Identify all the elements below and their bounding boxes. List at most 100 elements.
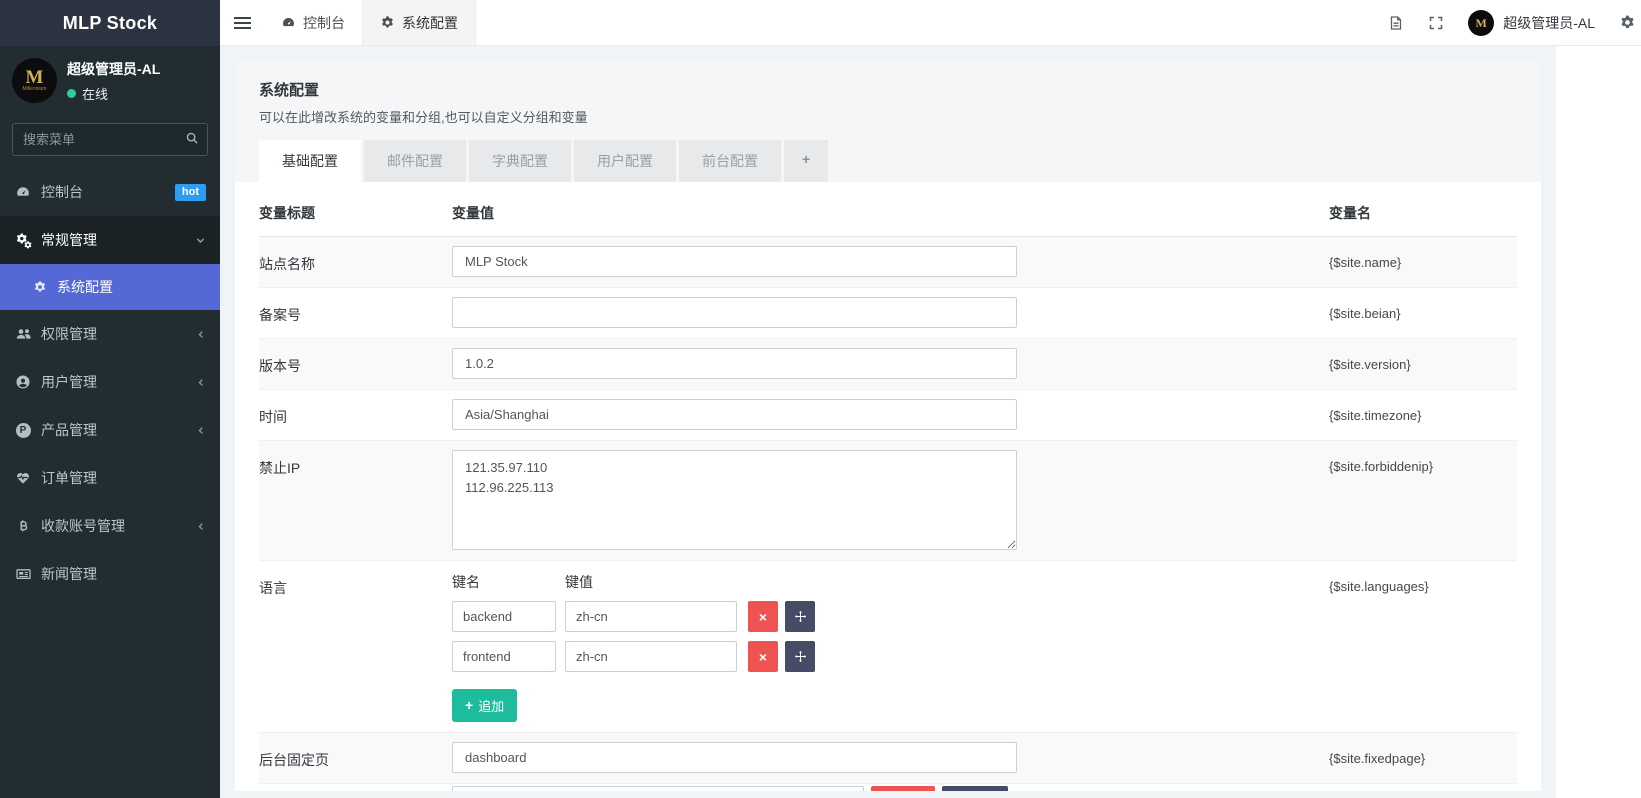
avatar-monogram: M (26, 69, 44, 86)
app-logo-title: MLP Stock (0, 0, 220, 46)
kv-key-input[interactable] (452, 601, 556, 632)
sidebar-item-general[interactable]: 常规管理 (0, 216, 220, 264)
tab-mail-config[interactable]: 邮件配置 (364, 140, 466, 182)
config-row: 时间{$site.timezone} (259, 390, 1517, 441)
sidebar-menu: 控制台 hot 常规管理 系统配置 (0, 168, 220, 598)
config-value-input[interactable] (452, 246, 1017, 277)
sidebar-item-news[interactable]: 新闻管理 (0, 550, 220, 598)
delete-button[interactable]: × (748, 601, 778, 632)
config-value-input[interactable] (452, 399, 1017, 430)
avatar-monogram: M (1476, 17, 1487, 29)
sidebar-user-status: 在线 (67, 84, 160, 103)
sidebar-user-panel: M Millennium 超级管理员-AL 在线 (0, 46, 220, 113)
content-area: 系统配置 可以在此增改系统的变量和分组,也可以自定义分组和变量 基础配置 邮件配… (220, 46, 1556, 798)
config-variable-name: {$site.fixedpage} (1329, 742, 1517, 766)
page-title: 系统配置 (259, 79, 1517, 100)
avatar-monogram-sub: Millennium (23, 86, 47, 92)
drag-handle-button[interactable] (942, 786, 1008, 791)
search-icon[interactable] (185, 131, 199, 145)
append-button[interactable]: +追加 (452, 689, 517, 722)
delete-button[interactable]: × (748, 641, 778, 672)
gear-icon (380, 15, 395, 30)
sidebar-item-label: 产品管理 (41, 420, 187, 440)
sidebar-item-orders[interactable]: 订单管理 (0, 454, 220, 502)
tab-frontend-config[interactable]: 前台配置 (679, 140, 781, 182)
sidebar-item-label: 权限管理 (41, 324, 187, 344)
status-label: 在线 (82, 84, 108, 103)
config-row-label: 语言 (259, 570, 452, 598)
tab-basic-config[interactable]: 基础配置 (259, 140, 361, 182)
move-handle-button[interactable] (785, 641, 815, 672)
topbar-tab-label: 系统配置 (402, 13, 458, 33)
kv-value-input[interactable] (565, 601, 737, 632)
kv-key-input[interactable] (452, 641, 556, 672)
config-variable-name: {$site.forbiddenip} (1329, 450, 1517, 474)
column-header: 变量标题 (259, 203, 452, 223)
topbar-user-menu[interactable]: M 超级管理员-AL (1468, 10, 1595, 36)
config-value-input[interactable] (452, 297, 1017, 328)
chevron-left-icon (196, 329, 206, 340)
config-value-input[interactable] (452, 742, 1017, 773)
kv-row: × (452, 641, 1329, 672)
topbar: 控制台 系统配置 M 超级管理员-AL (220, 0, 1641, 46)
avatar: M (1468, 10, 1494, 36)
config-row-label: 后台固定页 (259, 742, 452, 770)
config-row-label: 站点名称 (259, 246, 452, 274)
config-row-label: 版本号 (259, 348, 452, 376)
config-variable-name: {$site.beian} (1329, 297, 1517, 321)
sidebar-item-products[interactable]: P 产品管理 (0, 406, 220, 454)
config-variable-name: {$site.timezone} (1329, 399, 1517, 423)
add-tab-button[interactable]: + (784, 140, 828, 182)
tab-user-config[interactable]: 用户配置 (574, 140, 676, 182)
file-icon[interactable] (1388, 15, 1404, 31)
topbar-tab-system-config[interactable]: 系统配置 (362, 0, 476, 45)
menu-toggle-icon[interactable] (220, 0, 264, 45)
app-window: MLP Stock M Millennium 超级管理员-AL 在线 (0, 0, 1641, 798)
sidebar-search (12, 123, 208, 156)
sidebar-item-label: 常规管理 (41, 230, 186, 250)
panel-heading: 系统配置 可以在此增改系统的变量和分组,也可以自定义分组和变量 基础配置 邮件配… (235, 62, 1541, 182)
fullscreen-icon[interactable] (1428, 15, 1444, 31)
text-input[interactable] (452, 786, 864, 791)
hot-badge: hot (175, 184, 206, 201)
kv-value-header: 键值 (565, 572, 593, 592)
sidebar-item-label: 用户管理 (41, 372, 187, 392)
avatar: M Millennium (12, 58, 57, 103)
user-icon (14, 374, 32, 390)
kv-value-input[interactable] (565, 641, 737, 672)
search-input[interactable] (12, 123, 208, 156)
chevron-left-icon (196, 377, 206, 388)
product-icon: P (14, 423, 32, 438)
online-status-dot (67, 89, 76, 98)
table-header: 变量标题 变量值 变量名 (259, 182, 1517, 237)
config-row: 禁止IP{$site.forbiddenip} (259, 441, 1517, 561)
tab-dictionary-config[interactable]: 字典配置 (469, 140, 571, 182)
sidebar-item-permissions[interactable]: 权限管理 (0, 310, 220, 358)
plus-icon: + (465, 699, 473, 712)
sidebar-item-dashboard[interactable]: 控制台 hot (0, 168, 220, 216)
sidebar-item-label: 控制台 (41, 182, 166, 202)
gear-icon (32, 280, 48, 294)
sidebar-item-label: 系统配置 (57, 277, 113, 297)
config-variable-name: {$site.languages} (1329, 570, 1517, 594)
config-tabs: 基础配置 邮件配置 字典配置 用户配置 前台配置 + (259, 140, 1517, 182)
config-value-textarea[interactable] (452, 450, 1017, 550)
users-icon (14, 326, 32, 342)
config-panel: 系统配置 可以在此增改系统的变量和分组,也可以自定义分组和变量 基础配置 邮件配… (235, 62, 1541, 791)
sidebar-item-system-config[interactable]: 系统配置 (0, 264, 220, 310)
sidebar-item-payment-accounts[interactable]: 收款账号管理 (0, 502, 220, 550)
chevron-left-icon (196, 521, 206, 532)
cogs-icon (14, 232, 32, 249)
topbar-tab-dashboard[interactable]: 控制台 (264, 0, 362, 45)
gear-icon[interactable] (1619, 14, 1636, 31)
delete-button[interactable] (871, 786, 935, 791)
sidebar-item-label: 订单管理 (41, 468, 206, 488)
sidebar-item-users[interactable]: 用户管理 (0, 358, 220, 406)
gauge-icon (14, 184, 32, 200)
heartbeat-icon (14, 470, 32, 486)
page-subtitle: 可以在此增改系统的变量和分组,也可以自定义分组和变量 (259, 107, 1517, 126)
column-header: 变量名 (1329, 203, 1517, 223)
config-row: 站点名称{$site.name} (259, 237, 1517, 288)
config-value-input[interactable] (452, 348, 1017, 379)
move-handle-button[interactable] (785, 601, 815, 632)
